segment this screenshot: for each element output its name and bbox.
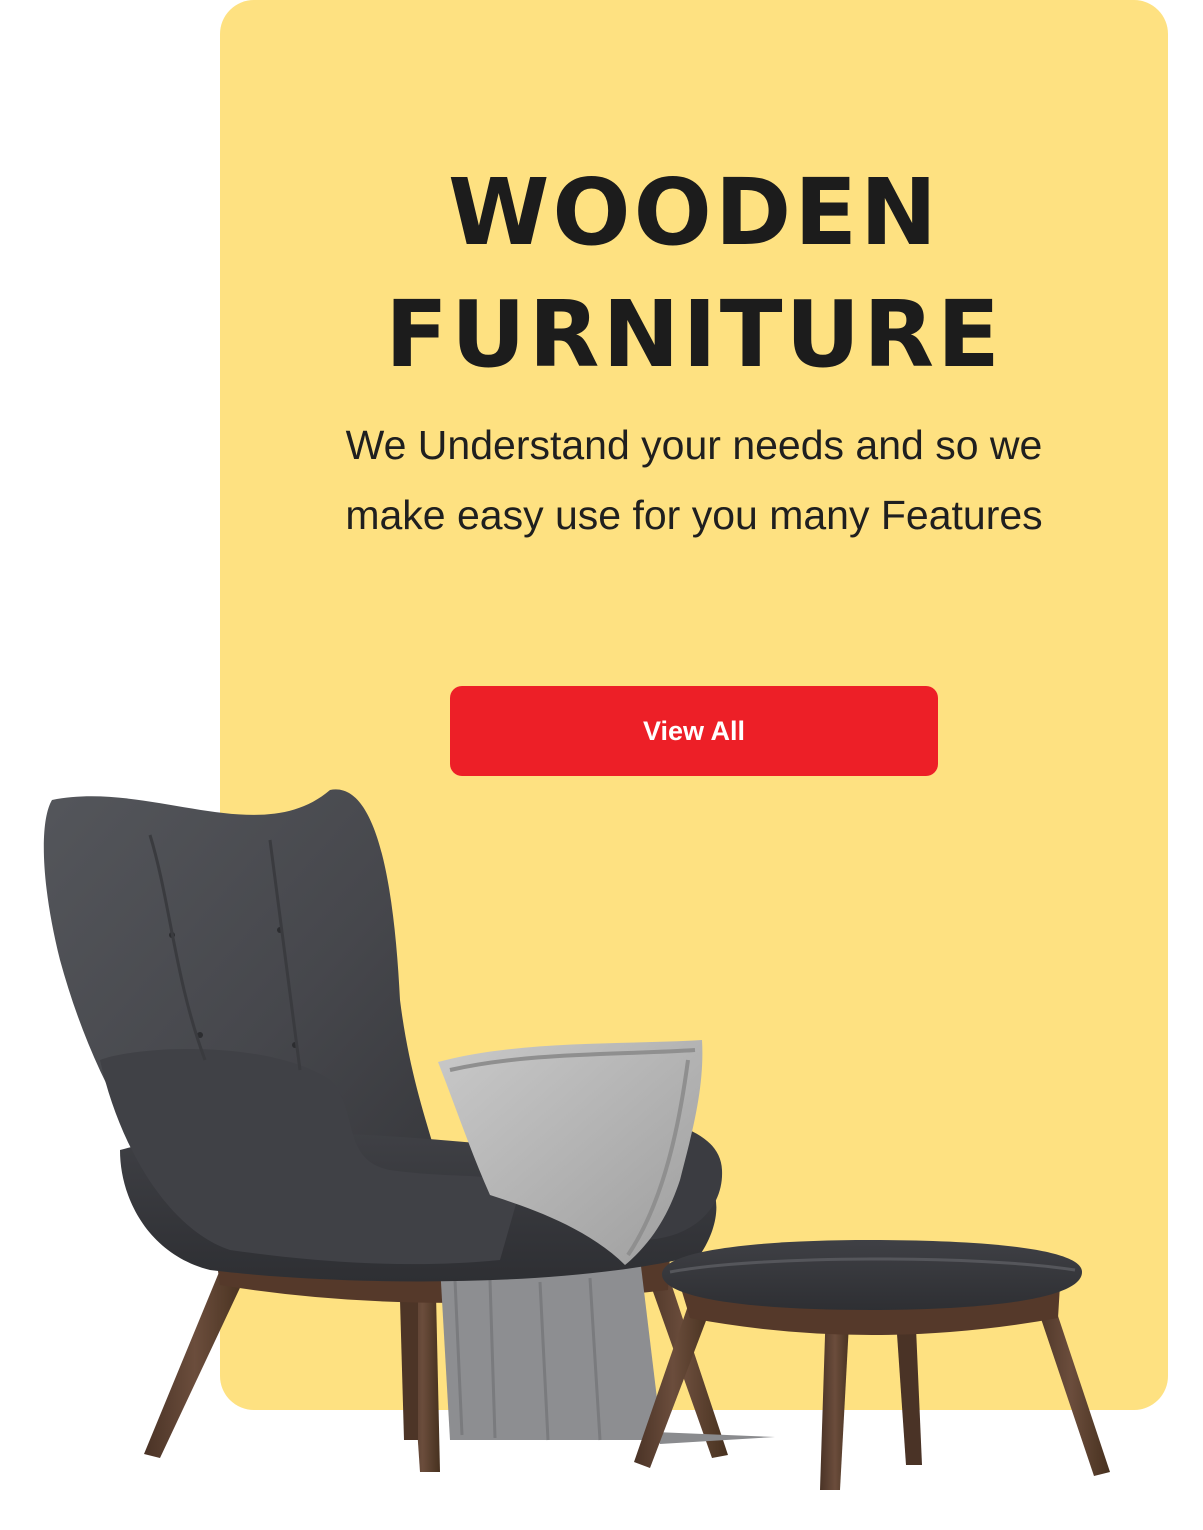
footstool (634, 1240, 1110, 1490)
furniture-image (43, 789, 1110, 1490)
blanket-hanging (440, 1258, 662, 1440)
